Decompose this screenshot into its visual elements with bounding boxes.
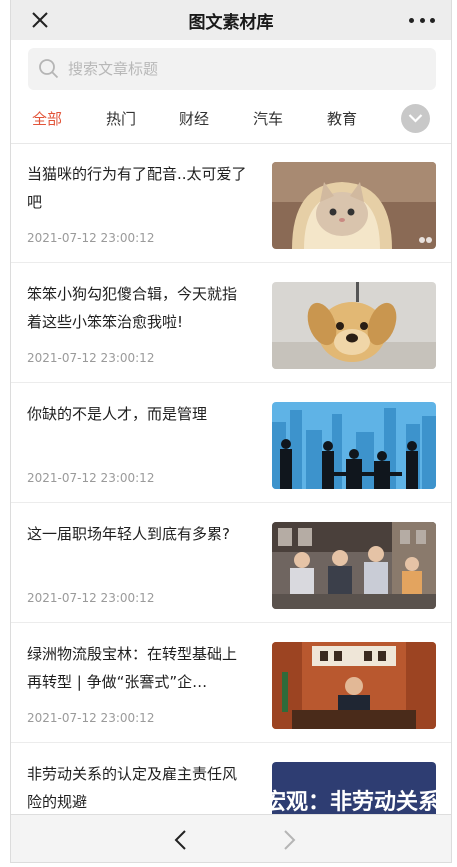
category-tabs: 全部 热门 财经 汽车 教育 bbox=[11, 104, 451, 138]
article-item[interactable]: 笨笨小狗勾犯傻合辑，今天就指着这些小笨笨治愈我啦! 2021-07-12 23:… bbox=[11, 264, 451, 383]
search-bar bbox=[28, 48, 436, 90]
article-item[interactable]: 你缺的不是人才，而是管理 2021-07-12 23:00:12 bbox=[11, 384, 451, 503]
more-button[interactable] bbox=[409, 8, 435, 32]
article-date: 2021-07-12 23:00:12 bbox=[27, 231, 155, 245]
tab-hot[interactable]: 热门 bbox=[106, 108, 136, 129]
city-silhouette-image bbox=[272, 402, 436, 489]
chevron-left-icon bbox=[174, 830, 186, 850]
article-title: 这一届职场年轻人到底有多累? bbox=[27, 525, 230, 543]
puppy-image bbox=[272, 282, 436, 369]
bottom-navigation bbox=[11, 814, 451, 862]
article-title: 你缺的不是人才，而是管理 bbox=[27, 405, 208, 423]
office-meeting-image bbox=[272, 522, 436, 609]
back-button[interactable] bbox=[171, 827, 191, 853]
article-title: 笨笨小狗勾犯傻合辑，今天就指着这些小笨笨治愈我啦! bbox=[27, 285, 238, 331]
search-input[interactable] bbox=[68, 48, 418, 90]
article-date: 2021-07-12 23:00:12 bbox=[27, 591, 155, 605]
chevron-right-icon bbox=[284, 830, 296, 850]
article-item[interactable]: 当猫咪的行为有了配音..太可爱了吧 2021-07-12 23:00:12 bbox=[11, 144, 451, 263]
article-title: 非劳动关系的认定及雇主责任风险的规避 bbox=[27, 765, 238, 811]
app-frame: 图文素材库 全部 热门 财经 汽车 教育 当猫咪的行为有了配音..太可爱了吧 2… bbox=[10, 0, 452, 863]
article-item[interactable]: 这一届职场年轻人到底有多累? 2021-07-12 23:00:12 bbox=[11, 504, 451, 623]
article-title: 绿洲物流殷宝林：在转型基础上再转型 | 争做“张謇式”企… bbox=[27, 645, 238, 691]
article-date: 2021-07-12 23:00:12 bbox=[27, 471, 155, 485]
executive-desk-image bbox=[272, 642, 436, 729]
search-icon bbox=[39, 59, 59, 79]
tab-finance[interactable]: 财经 bbox=[179, 108, 209, 129]
article-date: 2021-07-12 23:00:12 bbox=[27, 351, 155, 365]
page-title: 图文素材库 bbox=[188, 13, 274, 33]
article-title: 当猫咪的行为有了配音..太可爱了吧 bbox=[27, 165, 247, 211]
banner-text: 宏观：非劳动关系 bbox=[272, 790, 436, 815]
article-date: 2021-07-12 23:00:12 bbox=[27, 711, 155, 725]
forward-button[interactable] bbox=[279, 827, 299, 853]
more-dots-icon bbox=[409, 17, 414, 23]
tabs-expand-button[interactable] bbox=[401, 104, 430, 133]
article-item[interactable]: 绿洲物流殷宝林：在转型基础上再转型 | 争做“张謇式”企… 2021-07-12… bbox=[11, 624, 451, 743]
title-bar: 图文素材库 bbox=[11, 0, 451, 40]
tab-education[interactable]: 教育 bbox=[327, 108, 357, 129]
chevron-down-icon bbox=[408, 114, 423, 123]
tab-all[interactable]: 全部 bbox=[32, 108, 62, 129]
tab-auto[interactable]: 汽车 bbox=[253, 108, 283, 129]
cat-in-bread-image bbox=[272, 162, 436, 249]
